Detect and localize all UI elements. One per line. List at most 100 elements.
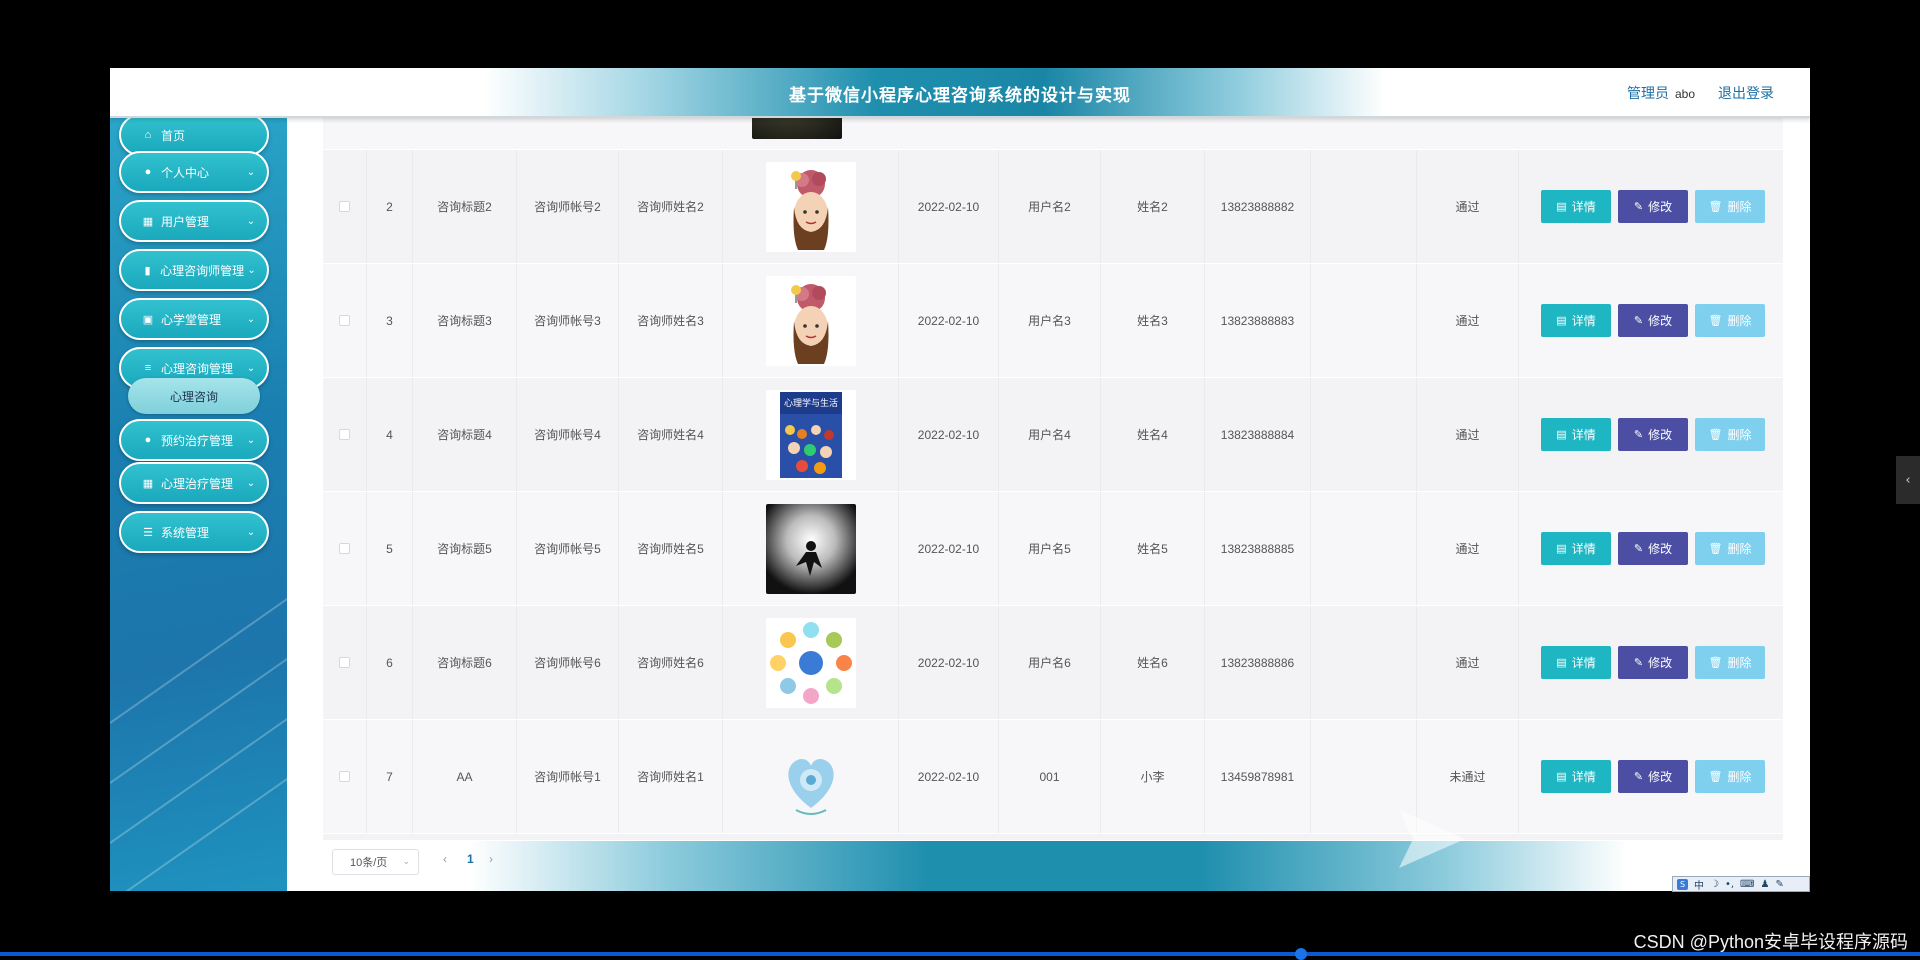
document-icon: ▤ <box>1556 201 1567 213</box>
page-number-current[interactable]: 1 <box>467 852 474 866</box>
cell-index: 5 <box>367 492 413 605</box>
chevron-down-icon: ⌄ <box>246 166 256 178</box>
cell-date: 2022-02-10 <box>899 150 999 263</box>
sidebar-item[interactable]: ☰ 系统管理 ⌄ <box>119 511 269 553</box>
row-checkbox-cell <box>323 150 367 263</box>
sidebar-item-label: 预约治疗管理 <box>161 433 234 448</box>
row-actions: ▤ 详情 ✎ 修改 🗑 删除 <box>1519 720 1783 833</box>
edit-button[interactable]: ✎ 修改 <box>1618 304 1688 337</box>
sidebar-item[interactable]: ● 预约治疗管理 ⌄ <box>119 419 269 461</box>
cell-title: AA <box>413 720 517 833</box>
row-checkbox[interactable] <box>339 771 350 782</box>
row-checkbox[interactable] <box>339 657 350 668</box>
row-checkbox[interactable] <box>339 201 350 212</box>
cell-username: 用户名5 <box>999 492 1101 605</box>
decorative-streak <box>110 546 287 732</box>
cell-realname: 姓名5 <box>1101 492 1205 605</box>
delete-button[interactable]: 🗑 删除 <box>1695 646 1765 679</box>
prev-page-button[interactable]: ‹ <box>443 852 447 866</box>
row-thumbnail: 心理学与生活 <box>723 378 899 491</box>
moon-icon: ☽ <box>1710 878 1719 890</box>
cell-phone: 13823888884 <box>1205 378 1311 491</box>
delete-button[interactable]: 🗑 删除 <box>1695 190 1765 223</box>
detail-button[interactable]: ▤ 详情 <box>1541 418 1611 451</box>
cell-realname: 姓名2 <box>1101 150 1205 263</box>
row-actions: ▤ 详情 ✎ 修改 🗑 删除 <box>1519 264 1783 377</box>
detail-button[interactable]: ▤ 详情 <box>1541 646 1611 679</box>
ime-toolbar[interactable]: S 中 ☽ •, ⌨ ♟ ✎ <box>1672 876 1810 892</box>
sidebar-item[interactable]: ● 个人中心 ⌄ <box>119 151 269 193</box>
edit-button[interactable]: ✎ 修改 <box>1618 646 1688 679</box>
cell-status: 通过 <box>1417 264 1519 377</box>
chevron-down-icon: ⌄ <box>246 362 256 374</box>
page-size-select[interactable]: 10条/页 ⌄ <box>332 849 419 875</box>
cell-empty <box>1311 378 1417 491</box>
cell-title: 咨询标题4 <box>413 378 517 491</box>
delete-button-label: 删除 <box>1727 542 1752 556</box>
username: abo <box>1674 87 1695 101</box>
cell-account: 咨询师帐号4 <box>517 378 619 491</box>
thumbnail-image <box>765 731 856 822</box>
detail-button[interactable]: ▤ 详情 <box>1541 760 1611 793</box>
sidebar-item[interactable]: ▦ 用户管理 ⌄ <box>119 200 269 242</box>
delete-button[interactable]: 🗑 删除 <box>1695 304 1765 337</box>
delete-button[interactable]: 🗑 删除 <box>1695 532 1765 565</box>
row-thumbnail <box>723 720 899 833</box>
edit-button[interactable]: ✎ 修改 <box>1618 418 1688 451</box>
cell-username: 001 <box>999 720 1101 833</box>
detail-button[interactable]: ▤ 详情 <box>1541 304 1611 337</box>
document-icon: ▤ <box>1556 657 1567 669</box>
delete-button[interactable]: 🗑 删除 <box>1695 418 1765 451</box>
detail-button[interactable]: ▤ 详情 <box>1541 532 1611 565</box>
credit-text: CSDN @Python安卓毕设程序源码 <box>1633 932 1908 952</box>
row-thumbnail <box>723 606 899 719</box>
progress-knob[interactable] <box>1295 948 1307 960</box>
row-actions: ▤ 详情 ✎ 修改 🗑 删除 <box>1519 378 1783 491</box>
cell-phone: 13823888883 <box>1205 264 1311 377</box>
thumbnail-image: 心理学与生活 <box>765 389 856 480</box>
book-title-text: 心理学与生活 <box>783 397 837 409</box>
row-checkbox-cell <box>323 492 367 605</box>
row-checkbox-cell <box>323 378 367 491</box>
thumbnail-image <box>765 275 856 366</box>
edit-button[interactable]: ✎ 修改 <box>1618 760 1688 793</box>
cell-username: 用户名4 <box>999 378 1101 491</box>
cell-account: 咨询师帐号3 <box>517 264 619 377</box>
sidebar-subitem-consultation[interactable]: 心理咨询 <box>128 378 260 414</box>
clipboard-icon: ▣ <box>142 313 154 326</box>
ime-mode-label: 中 <box>1694 880 1704 892</box>
row-actions: ▤ 详情 ✎ 修改 🗑 删除 <box>1519 150 1783 263</box>
table-row: 6 咨询标题6 咨询师帐号6 咨询师姓名6 2022-02-10 用户名6 姓名6 13823… <box>323 606 1783 720</box>
sidebar-item[interactable]: ▣ 心学堂管理 ⌄ <box>119 298 269 340</box>
row-checkbox[interactable] <box>339 315 350 326</box>
delete-button-label: 删除 <box>1727 428 1752 442</box>
chevron-down-icon: ⌄ <box>247 264 256 276</box>
logout-link[interactable]: 退出登录 <box>1718 83 1774 103</box>
sidebar-item[interactable]: ▦ 心理治疗管理 ⌄ <box>119 462 269 504</box>
edit-button[interactable]: ✎ 修改 <box>1618 532 1688 565</box>
pagination-bar: 10条/页 ⌄ ‹ 1 › <box>287 841 1810 891</box>
delete-button[interactable]: 🗑 删除 <box>1695 760 1765 793</box>
person-icon: ♟ <box>1760 878 1770 890</box>
delete-button-label: 删除 <box>1727 314 1752 328</box>
delete-button-label: 删除 <box>1727 656 1752 670</box>
next-page-button[interactable]: › <box>489 852 493 866</box>
cell-empty <box>1311 492 1417 605</box>
video-progress-bar[interactable] <box>0 948 1920 960</box>
trash-icon: 🗑 <box>1708 429 1723 441</box>
cell-realname: 姓名6 <box>1101 606 1205 719</box>
table-row: 2 咨询标题2 咨询师帐号2 咨询师姓名2 2022-02-10 用户名2 姓名2 13823… <box>323 150 1783 264</box>
sidebar-item[interactable]: ▮ 心理咨询师管理 ⌄ <box>119 249 269 291</box>
trash-icon: 🗑 <box>1708 771 1723 783</box>
chevron-left-icon: ‹ <box>1905 472 1911 488</box>
cell-username: 用户名3 <box>999 264 1101 377</box>
detail-button[interactable]: ▤ 详情 <box>1541 190 1611 223</box>
ime-logo-icon: S <box>1677 878 1688 890</box>
edit-button[interactable]: ✎ 修改 <box>1618 190 1688 223</box>
cell-realname: 小李 <box>1101 720 1205 833</box>
collapse-panel-button[interactable]: ‹ <box>1896 456 1920 504</box>
row-checkbox[interactable] <box>339 543 350 554</box>
decorative-streak <box>110 606 287 792</box>
row-checkbox[interactable] <box>339 429 350 440</box>
list-icon: ≡ <box>144 362 152 374</box>
